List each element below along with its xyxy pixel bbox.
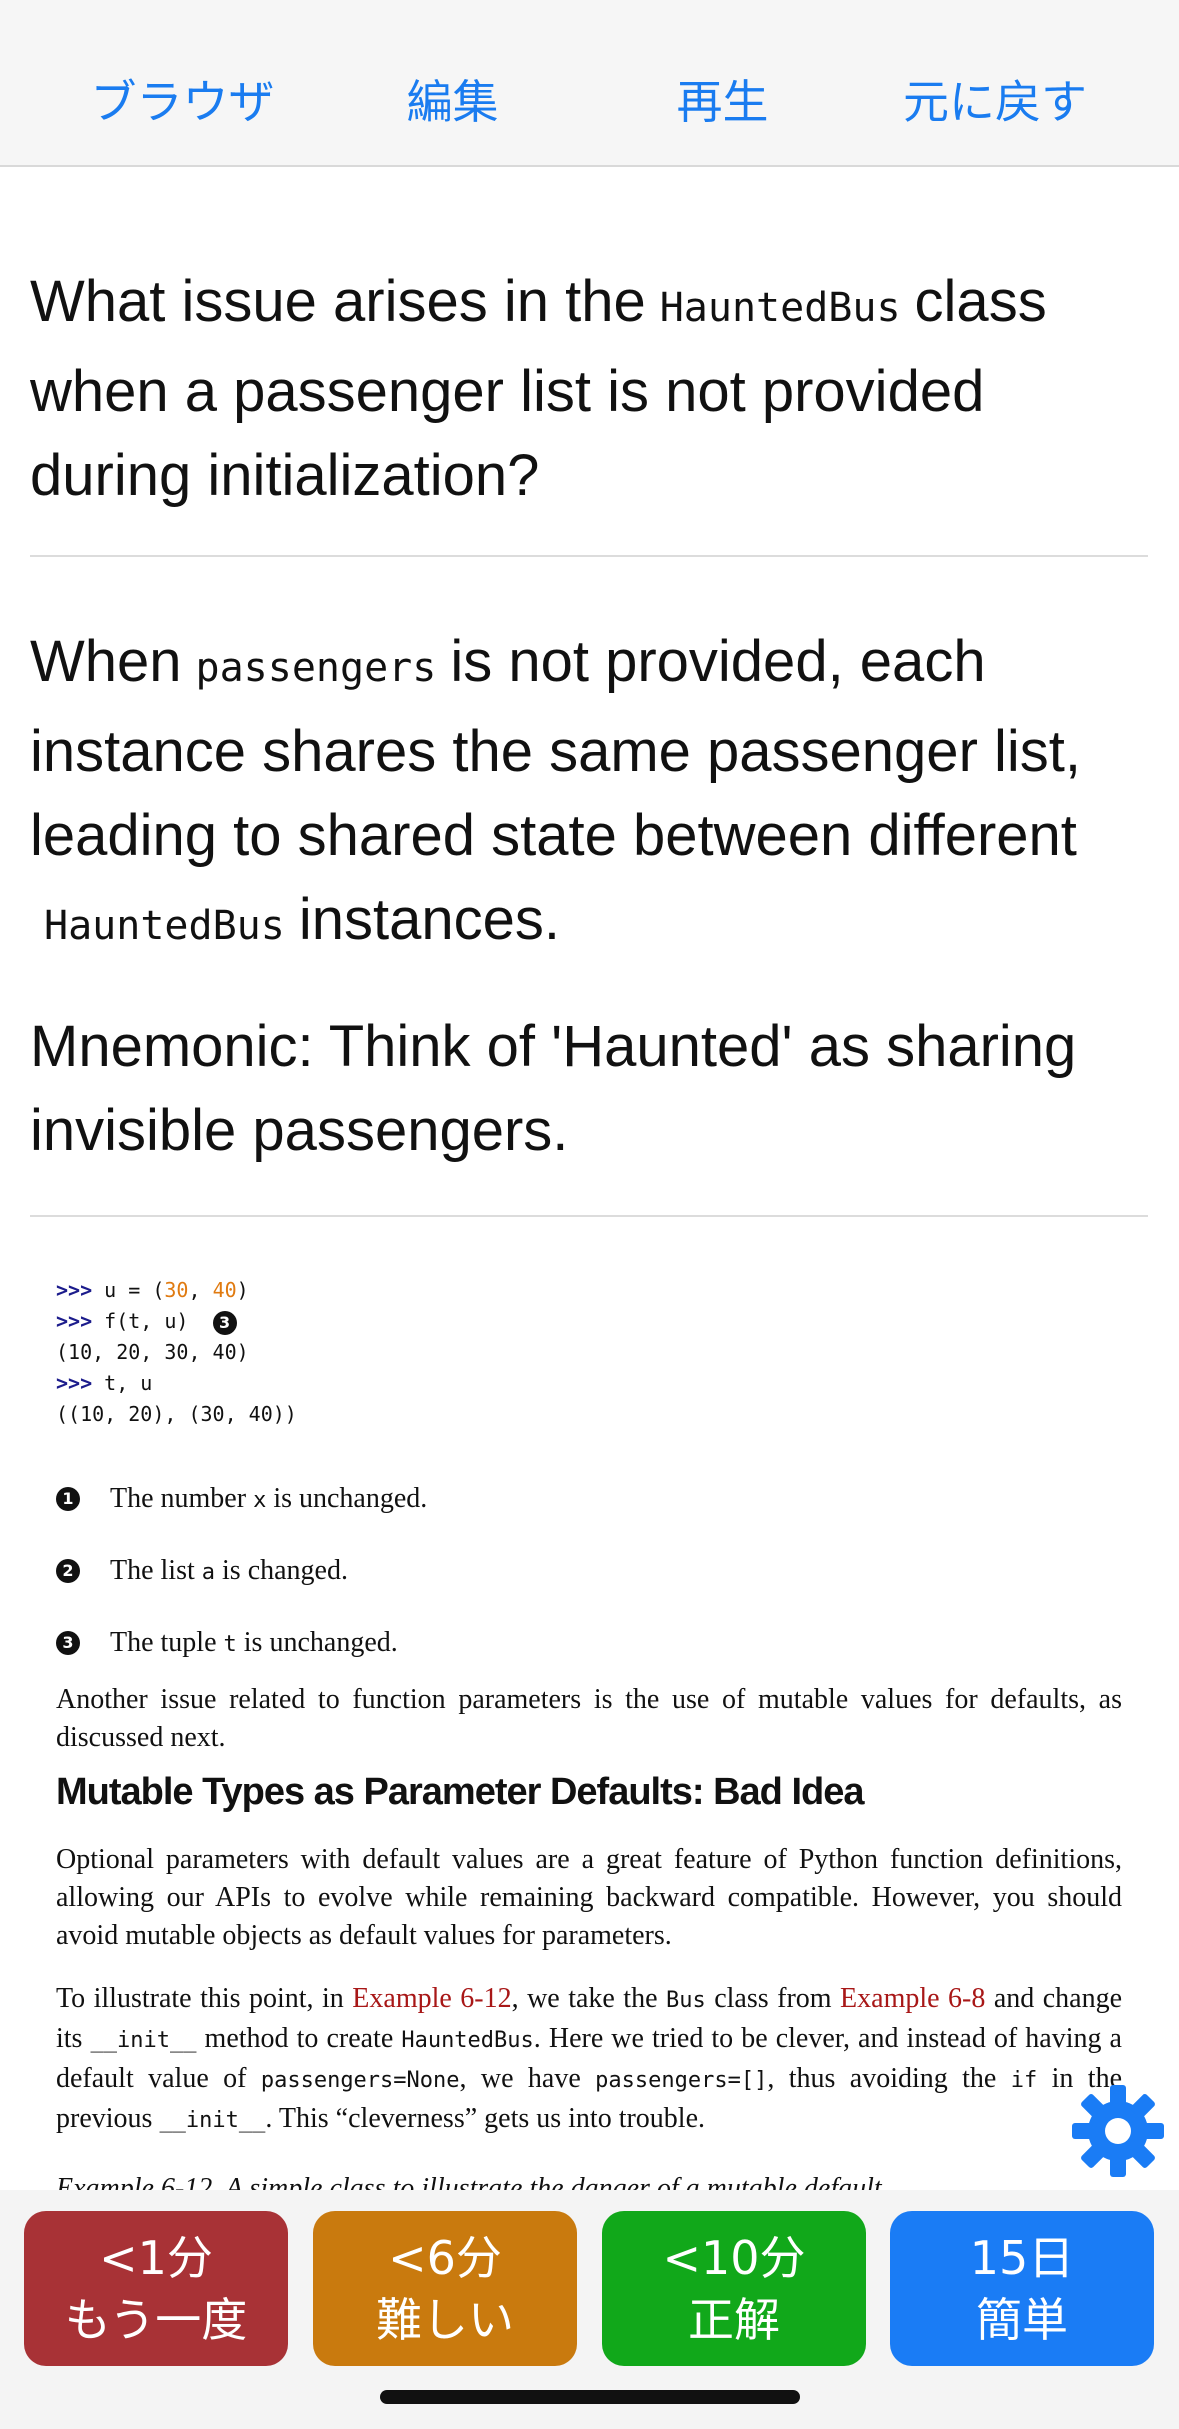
question-text-1: What issue arises in the (30, 269, 646, 334)
example-link[interactable]: Example 6-12 (352, 1983, 511, 2014)
book-caption-cutoff: Example 6-12. A simple class to illustra… (56, 2173, 882, 2190)
inline-code: __init__ (159, 2108, 266, 2133)
top-toolbar: ブラウザ 編集 再生 元に戻す (0, 0, 1179, 167)
easy-label: 簡単 (976, 2292, 1068, 2347)
para-text: method to create (196, 2023, 402, 2054)
code-text: t, u (92, 1371, 153, 1395)
inline-code: passengers=None (260, 2068, 460, 2093)
answer-code-2: HauntedBus (44, 903, 285, 949)
card-question: What issue arises in the HauntedBus class … (30, 260, 1148, 518)
annotation-code: a (201, 1560, 216, 1585)
code-text: u = ( (92, 1278, 165, 1302)
callout-marker: 3 (56, 1631, 80, 1655)
easy-button[interactable]: 15日 簡単 (890, 2211, 1154, 2366)
inline-code: __init__ (90, 2028, 197, 2053)
code-output: ((10, 20), (30, 40)) (56, 1402, 297, 1426)
inline-code: passengers=[] (595, 2068, 768, 2093)
annotation-text: is unchanged. (266, 1483, 428, 1514)
inline-code: Bus (666, 1988, 706, 2013)
annotation-code: t (223, 1632, 237, 1657)
again-interval: <1分 (99, 2230, 213, 2285)
code-text: , (188, 1278, 213, 1302)
home-indicator[interactable] (380, 2390, 800, 2404)
code-prompt: >>> (56, 1371, 93, 1395)
edit-button[interactable]: 編集 (370, 62, 535, 142)
question-divider (30, 555, 1148, 557)
callout-marker: 2 (56, 1559, 80, 1583)
inline-code: if (1010, 2068, 1038, 2093)
gear-icon[interactable] (1070, 2083, 1166, 2179)
code-output: (10, 20, 30, 40) (56, 1340, 249, 1364)
para-text: To illustrate this point, in (56, 1983, 353, 2014)
para-text: , we have (459, 2063, 596, 2094)
callout-marker: 3 (212, 1310, 237, 1335)
browser-button[interactable]: ブラウザ (75, 62, 290, 142)
annotation-code: x (253, 1488, 267, 1513)
again-button[interactable]: <1分 もう一度 (24, 2211, 288, 2366)
answer-divider (30, 1215, 1148, 1217)
card-mnemonic: Mnemonic: Think of 'Haunted' as sharing … (30, 1014, 1077, 1163)
answer-text-1: When (30, 629, 182, 694)
callout-marker: 1 (56, 1487, 80, 1511)
book-excerpt: >>> u = (30, 40) >>> f(t, u) 3 (10, 20, … (30, 1263, 1148, 2190)
answer-text-3: instances. (298, 887, 560, 952)
book-heading: Mutable Types as Parameter Defaults: Bad… (56, 1771, 864, 1813)
question-code: HauntedBus (659, 285, 901, 331)
good-interval: <10分 (662, 2230, 806, 2285)
hard-label: 難しい (376, 2292, 514, 2347)
card-answer: When passengers is not provided, each inst… (30, 620, 1148, 968)
annotation-text: is changed. (215, 1555, 348, 1586)
inline-code: HauntedBus (401, 2028, 534, 2053)
replay-button[interactable]: 再生 (640, 62, 805, 142)
code-text: ) (236, 1278, 249, 1302)
para-text: . This “cleverness” gets us into trouble… (265, 2103, 706, 2134)
good-button[interactable]: <10分 正解 (602, 2211, 866, 2366)
book-paragraph: Optional parameters with default values … (56, 1844, 1122, 1951)
book-paragraph: Another issue related to function parame… (56, 1684, 1122, 1753)
example-link[interactable]: Example 6-8 (840, 1983, 985, 2014)
book-paragraph: To illustrate this point, in Example 6-1… (56, 1980, 1122, 2140)
code-text: f(t, u) (92, 1309, 189, 1333)
good-label: 正解 (688, 2292, 780, 2347)
annotation-text: The number (110, 1483, 254, 1514)
hard-interval: <6分 (388, 2230, 502, 2285)
code-prompt: >>> (56, 1278, 93, 1302)
again-label: もう一度 (64, 2292, 248, 2347)
annotation-text: The tuple (110, 1627, 224, 1658)
annotation-text: The list (110, 1555, 202, 1586)
hard-button[interactable]: <6分 難しい (313, 2211, 577, 2366)
code-listing: >>> u = (30, 40) >>> f(t, u) 3 (10, 20, … (56, 1275, 297, 1430)
answer-code-1: passengers (195, 645, 437, 691)
code-number: 30 (164, 1278, 189, 1302)
code-prompt: >>> (56, 1309, 93, 1333)
easy-interval: 15日 (969, 2230, 1075, 2285)
undo-button[interactable]: 元に戻す (890, 62, 1100, 142)
para-text: , thus avoiding the (767, 2063, 1011, 2094)
para-text: , we take the (511, 1983, 666, 2014)
annotation-text: is unchanged. (236, 1627, 398, 1658)
code-number: 40 (212, 1278, 237, 1302)
para-text: class from (705, 1983, 841, 2014)
